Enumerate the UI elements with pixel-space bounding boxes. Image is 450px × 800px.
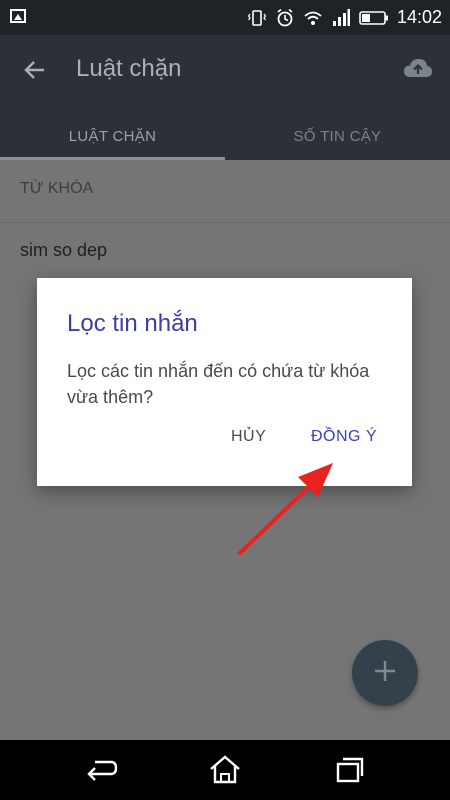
cancel-button[interactable]: HỦY	[231, 428, 266, 446]
cloud-upload-icon[interactable]	[402, 53, 434, 85]
ok-button[interactable]: ĐỒNG Ý	[311, 428, 377, 446]
divider	[0, 222, 450, 223]
navigation-bar	[0, 740, 450, 800]
tab-block-rules[interactable]: LUẬT CHẶN	[0, 113, 225, 160]
wifi-icon	[303, 8, 323, 28]
tab-trusted-numbers[interactable]: SỐ TIN CẬY	[225, 113, 450, 160]
dialog-message: Lọc các tin nhắn đến có chứa từ khóa vừa…	[67, 361, 370, 407]
nav-back-icon[interactable]	[82, 750, 122, 790]
vibrate-icon	[247, 8, 267, 28]
list-item[interactable]: sim so dep	[20, 240, 107, 261]
filter-dialog: Lọc tin nhắn Lọc các tin nhắn đến có chứ…	[37, 278, 412, 486]
back-arrow-icon[interactable]	[20, 55, 50, 85]
page-title: Luật chặn	[76, 55, 182, 82]
plus-icon	[372, 658, 398, 689]
status-time: 14:02	[396, 7, 442, 27]
nav-home-icon[interactable]	[205, 750, 245, 790]
image-icon	[10, 9, 26, 23]
section-header-keywords: TỪ KHÓA	[20, 180, 94, 197]
nav-recents-icon[interactable]	[330, 750, 370, 790]
battery-icon	[359, 8, 389, 28]
signal-icon	[331, 8, 351, 28]
status-bar: 14:02	[0, 0, 450, 35]
add-button[interactable]	[352, 640, 418, 706]
dialog-title: Lọc tin nhắn	[67, 310, 198, 337]
app-bar: Luật chặn LUẬT CHẶN SỐ TIN CẬY	[0, 35, 450, 160]
alarm-icon	[275, 8, 295, 28]
